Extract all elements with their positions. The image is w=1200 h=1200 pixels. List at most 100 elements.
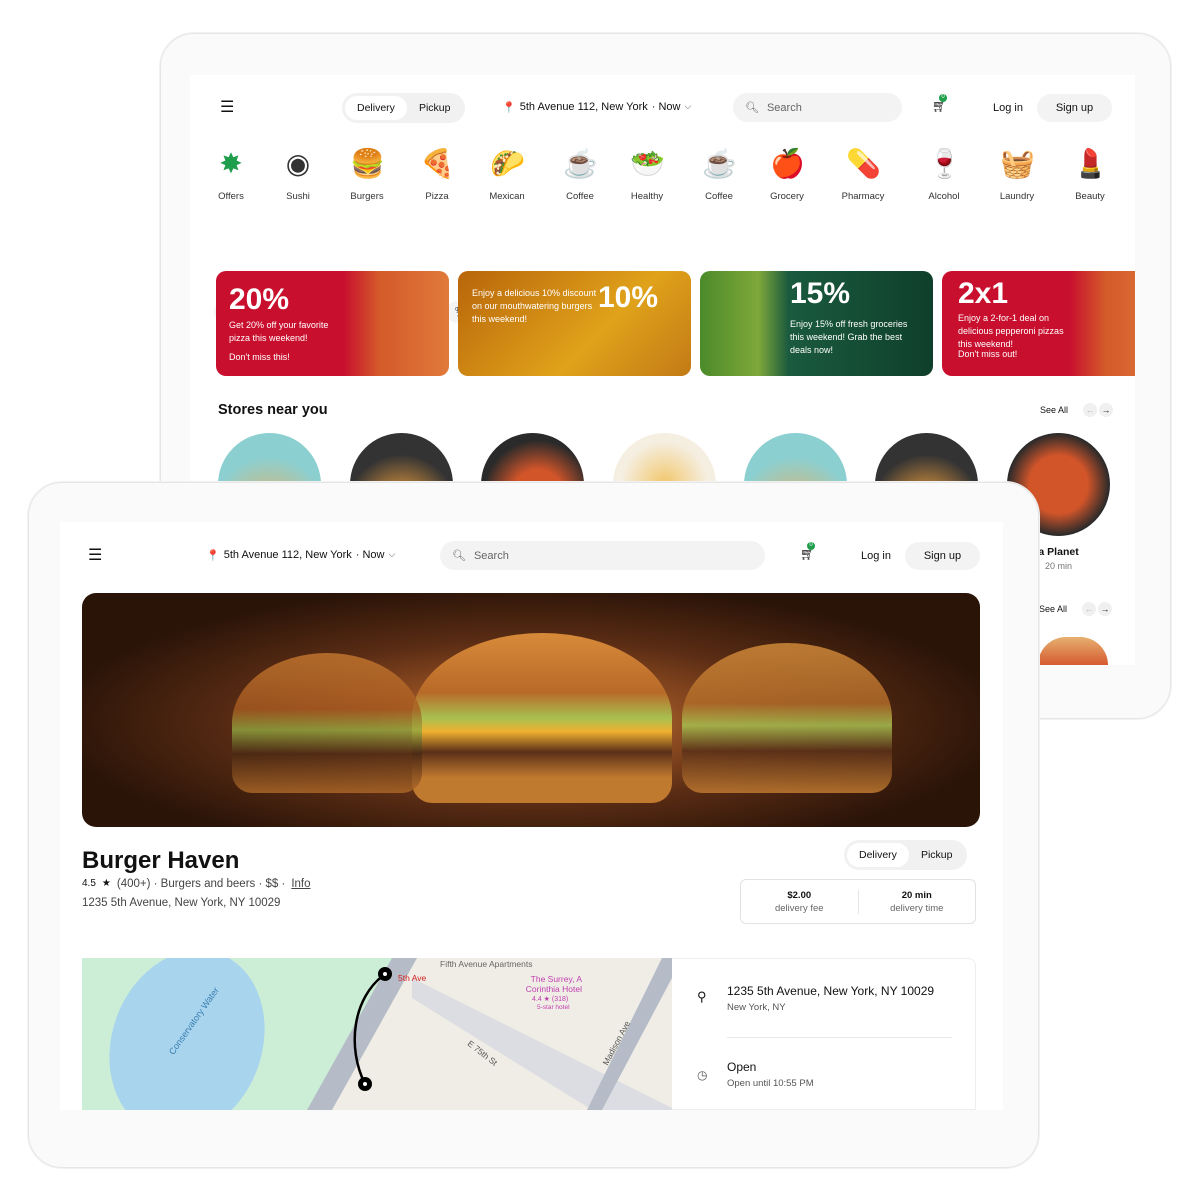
login-button[interactable]: Log in [861, 550, 891, 562]
location-address: 1235 5th Avenue, New York, NY 10029 [727, 984, 935, 998]
category-beauty[interactable]: 💄 Beauty [1055, 147, 1125, 202]
cart-icon[interactable]: 🛒︎ 0 [800, 542, 815, 561]
hamburger-icon[interactable]: ☰ [220, 97, 234, 117]
promo-banner-grocery[interactable]: 15% Enjoy 15% off fresh groceries this w… [700, 271, 933, 376]
search-input[interactable]: 🔍︎ Search [733, 93, 902, 122]
time-text: · Now [355, 549, 385, 561]
category-label: Coffee [705, 191, 733, 202]
restaurant-address: 1235 5th Avenue, New York, NY 10029 [82, 897, 281, 909]
category-label: Burgers [350, 191, 384, 202]
cart-badge: 0 [807, 542, 815, 550]
category-label: Offers [218, 191, 244, 202]
burger-image [682, 643, 892, 793]
apple-icon: 🍎 [770, 148, 805, 179]
login-button[interactable]: Log in [993, 102, 1023, 114]
category-label: Coffee [566, 191, 594, 202]
store-time: 20 min [1045, 561, 1073, 571]
hero-image [82, 593, 980, 827]
sushi-icon: ◉ [285, 148, 311, 179]
hamburger-icon[interactable]: ☰ [88, 545, 102, 565]
lipstick-icon: 💄 [1073, 148, 1108, 179]
location-pin-icon: 📍 [206, 550, 220, 562]
chevron-down-icon: ⌵ [388, 549, 396, 559]
taco-icon: 🌮 [490, 148, 525, 179]
address-text: 5th Avenue 112, New York [223, 549, 352, 561]
banner-text: Enjoy a 2-for-1 deal on delicious pepper… [958, 313, 1064, 349]
store-image[interactable] [1038, 637, 1108, 665]
arrow-right-icon[interactable]: → [1099, 403, 1113, 417]
location-city: New York, NY [727, 1002, 786, 1013]
arrow-right-icon[interactable]: → [1098, 602, 1112, 616]
tab-pickup[interactable]: Pickup [407, 96, 463, 120]
front-screen: ☰ 📍 5th Avenue 112, New York · Now ⌵ 🔍︎ S… [60, 522, 1003, 1110]
category-pizza[interactable]: 🍕 Pizza [402, 147, 472, 202]
category-sushi[interactable]: ◉ Sushi [263, 147, 333, 202]
category-label: Pharmacy [841, 191, 885, 202]
coffee-icon: ☕ [563, 148, 598, 179]
mode-toggle[interactable]: Delivery Pickup [844, 840, 968, 870]
see-all-link[interactable]: See All [1039, 604, 1067, 614]
address-selector[interactable]: 📍 5th Avenue 112, New York · Now ⌵ [206, 549, 395, 562]
category-label: Laundry [999, 191, 1035, 202]
signup-button[interactable]: Sign up [905, 542, 980, 570]
category-laundry[interactable]: 🧺 Laundry [982, 147, 1052, 202]
address-selector[interactable]: 📍 5th Avenue 112, New York · Now ⌵ [502, 101, 691, 114]
category-coffee[interactable]: ☕ Coffee [684, 147, 754, 202]
tab-delivery[interactable]: Delivery [345, 96, 407, 120]
cart-icon[interactable]: 🛒︎ 0 [932, 94, 947, 113]
offer-badge-icon: ✸ [219, 148, 243, 179]
category-label: Beauty [1075, 191, 1105, 202]
category-mexican[interactable]: 🌮 Mexican [472, 147, 542, 202]
category-grocery[interactable]: 🍎 Grocery [752, 147, 822, 202]
arrow-left-icon[interactable]: ← [1082, 602, 1096, 616]
chevron-down-icon: ⌵ [684, 101, 692, 111]
delivery-fee-label: delivery fee [774, 902, 824, 914]
promo-banner-pizza[interactable]: 20% Get 20% off your favorite pizza this… [216, 271, 449, 376]
location-pin-icon: ⚲ [697, 989, 707, 1004]
search-placeholder: Search [766, 101, 802, 114]
tab-pickup[interactable]: Pickup [909, 843, 965, 867]
burger-image [412, 633, 672, 803]
star-icon: ★ [101, 878, 111, 889]
banner-headline: 2x1 [958, 277, 1009, 310]
banner-text: Get 20% off your favorite pizza this wee… [229, 320, 329, 343]
promo-banner-burgers[interactable]: 10% Enjoy a delicious 10% discount on ou… [458, 271, 691, 376]
burger-icon: 🍔 [350, 148, 385, 179]
clock-icon: ◷ [697, 1068, 708, 1082]
hours-status: Open [727, 1060, 757, 1074]
search-icon: 🔍︎ [745, 102, 759, 114]
category-pharmacy[interactable]: 💊 Pharmacy [828, 147, 898, 202]
burger-image [232, 653, 422, 793]
time-text: · Now [651, 101, 681, 113]
restaurant-meta: 4.5 ★ (400+) · Burgers and beers · $$ · … [82, 878, 311, 890]
map-label: 5th Ave [398, 973, 427, 983]
pizza-icon: 🍕 [420, 148, 455, 179]
see-all-link[interactable]: See All [1040, 405, 1068, 415]
promo-banner-2x1[interactable]: 2x1 Enjoy a 2-for-1 deal on delicious pe… [942, 271, 1135, 376]
category-label: Healthy [630, 191, 664, 202]
category-burgers[interactable]: 🍔 Burgers [332, 147, 402, 202]
coffee-icon: ☕ [702, 148, 737, 179]
arrow-left-icon[interactable]: ← [1083, 403, 1097, 417]
category-alcohol[interactable]: 🍷 Alcohol [909, 147, 979, 202]
salad-icon: 🥗 [630, 148, 665, 179]
cart-badge: 0 [939, 94, 947, 102]
signup-button[interactable]: Sign up [1037, 94, 1112, 122]
divider [727, 1037, 952, 1038]
search-placeholder: Search [473, 549, 509, 562]
delivery-info-card: $2.00 delivery fee 20 min delivery time [740, 879, 976, 924]
map-label: The Surrey, A Corinthia Hotel [525, 974, 582, 994]
category-coffee[interactable]: ☕ Coffee [545, 147, 615, 202]
washer-icon: 🧺 [1000, 148, 1035, 179]
category-offers[interactable]: ✸ Offers [196, 147, 266, 202]
tab-delivery[interactable]: Delivery [847, 843, 909, 867]
delivery-fee-value: $2.00 [787, 889, 812, 901]
map[interactable]: Conservatory Water 5th Ave E 75th St Mad… [82, 958, 672, 1110]
search-input[interactable]: 🔍︎ Search [440, 541, 765, 570]
info-link[interactable]: Info [291, 878, 310, 890]
mode-toggle[interactable]: Delivery Pickup [342, 93, 466, 123]
wine-icon: 🍷 [927, 148, 962, 179]
delivery-time-value: 20 min [901, 889, 932, 901]
banner-headline: 15% [790, 277, 851, 310]
category-healthy[interactable]: 🥗 Healthy [612, 147, 682, 202]
